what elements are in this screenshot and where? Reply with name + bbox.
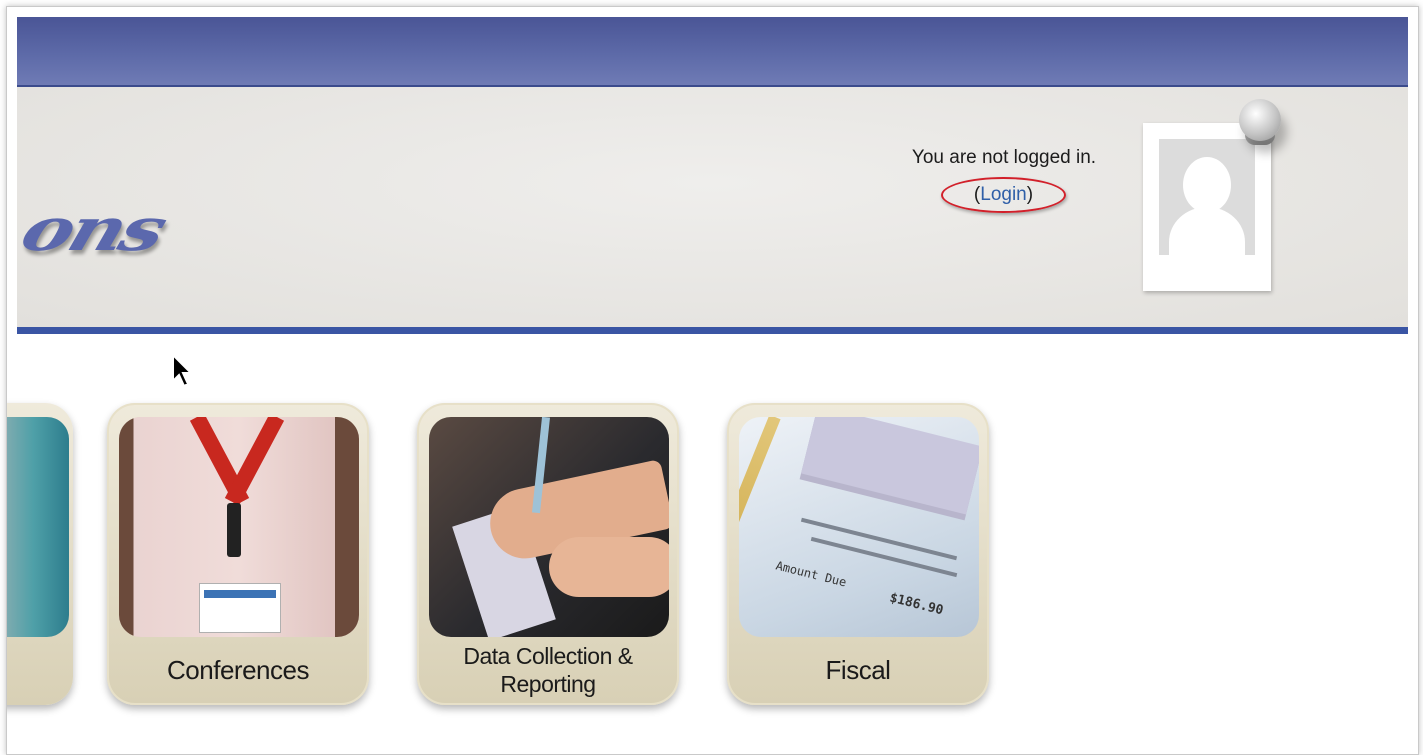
category-tile-image [7,417,69,637]
category-tile-fiscal[interactable]: Amount Due $186.90 Fiscal [727,403,989,705]
browser-page: ons You are not logged in. (Login) Confe… [6,6,1419,755]
tile-label-line-1: Data Collection & [463,643,633,670]
category-tile-conferences[interactable]: Conferences [107,403,369,705]
header-divider [17,327,1408,334]
pushpin-icon [1239,99,1281,141]
tile-label: Fiscal [825,655,891,686]
mouse-cursor-icon [172,353,194,388]
highlight-oval [941,177,1066,213]
login-status-text: You are not logged in. [911,147,1097,168]
category-tile-data-collection[interactable]: Data Collection & Reporting [417,403,679,705]
login-link-container: (Login) [941,177,1066,213]
amount-due-value: $186.90 [887,590,945,619]
data-collection-image [429,417,669,637]
conference-attendee-image [119,417,359,637]
category-tile-partial[interactable] [7,403,73,705]
amount-due-label: Amount Due [774,558,848,590]
tile-label: Data Collection & Reporting [417,643,679,699]
tile-label-line-2: Reporting [500,671,596,697]
tile-label: Conferences [167,655,309,686]
site-logo-fragment: ons [13,194,173,264]
avatar-placeholder-icon [1143,123,1271,291]
fiscal-image: Amount Due $186.90 [739,417,979,637]
top-banner [17,17,1408,87]
